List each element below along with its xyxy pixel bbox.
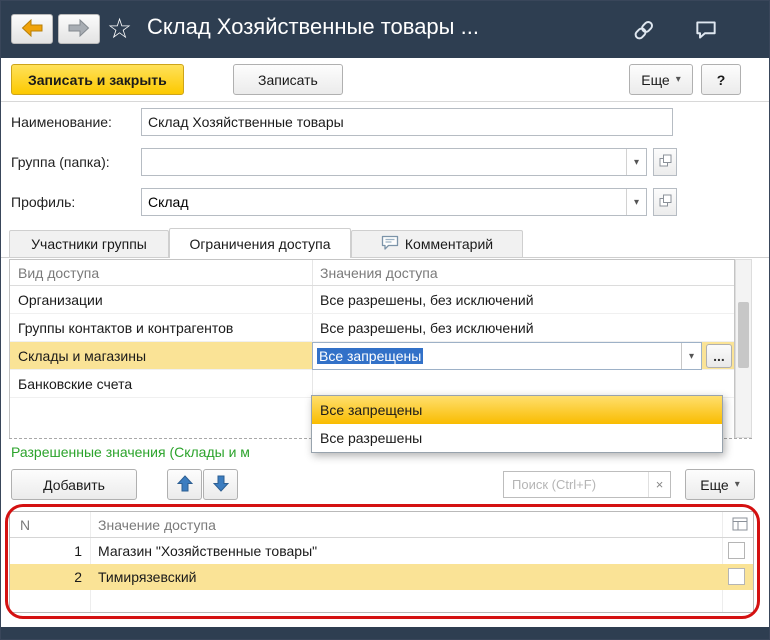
group-dropdown-button[interactable]: ▾ [626, 149, 646, 175]
tab-access-restrictions[interactable]: Ограничения доступа [169, 228, 351, 258]
down-arrow-icon [212, 475, 229, 495]
save-button[interactable]: Записать [233, 64, 343, 95]
app-window: ☆ Склад Хозяйственные товары ... Записат… [0, 0, 770, 640]
up-arrow-icon [176, 474, 193, 495]
profile-input[interactable] [142, 189, 626, 215]
table-row[interactable]: Группы контактов и контрагентов Все разр… [10, 314, 734, 342]
dropdown-option-selected[interactable]: Все запрещены [312, 396, 722, 424]
group-input[interactable] [142, 149, 626, 175]
allowed-values-table: N Значение доступа 1 Магазин "Хозяйствен… [9, 511, 754, 613]
tab-label: Участники группы [31, 236, 147, 252]
access-kind-cell: Организации [18, 292, 103, 308]
table-row[interactable]: Организации Все разрешены, без исключени… [10, 286, 734, 314]
back-button[interactable] [11, 14, 53, 44]
values-table-header[interactable]: N Значение доступа [10, 512, 753, 538]
allowed-values-title: Разрешенные значения (Склады и м [11, 444, 250, 460]
table-row-selected[interactable]: Склады и магазины Все запрещены ▾ ... [10, 342, 734, 370]
discussion-icon[interactable] [693, 17, 719, 43]
add-button[interactable]: Добавить [11, 469, 137, 500]
vertical-scrollbar[interactable] [735, 259, 752, 438]
group-combo[interactable]: ▾ [141, 148, 647, 176]
more-list-actions-label: Еще [700, 476, 729, 493]
row-number-cell: 1 [74, 543, 82, 559]
column-header-value[interactable]: Значение доступа [98, 517, 216, 533]
access-kind-cell: Банковские счета [18, 376, 133, 392]
table-row-selected[interactable]: 2 Тимирязевский [10, 564, 753, 590]
profile-dropdown-button[interactable]: ▾ [626, 189, 646, 215]
back-arrow-icon [21, 18, 43, 40]
save-and-close-button[interactable]: Записать и закрыть [11, 64, 184, 95]
move-up-button[interactable] [167, 469, 202, 500]
access-kind-cell: Группы контактов и контрагентов [18, 320, 234, 336]
column-settings-icon[interactable] [732, 517, 748, 533]
tab-label: Ограничения доступа [189, 235, 331, 252]
link-icon[interactable] [631, 17, 657, 43]
comment-bubble-icon [381, 235, 399, 254]
help-button[interactable]: ? [701, 64, 741, 95]
search-input[interactable] [504, 477, 648, 492]
chevron-down-icon: ▾ [633, 156, 640, 168]
row-number-cell: 2 [74, 569, 82, 585]
open-form-icon [658, 153, 673, 171]
access-value-editor[interactable]: Все запрещены ▾ [312, 342, 702, 370]
column-header-n[interactable]: N [20, 517, 30, 533]
value-cell: Тимирязевский [98, 569, 197, 585]
editor-text[interactable]: Все запрещены [313, 343, 681, 369]
tab-label: Комментарий [404, 236, 494, 252]
more-actions-label: Еще [641, 71, 670, 88]
access-value-cell: Все разрешены, без исключений [320, 320, 534, 336]
more-list-actions-button[interactable]: Еще ▾ [685, 469, 755, 500]
group-label: Группа (папка): [11, 154, 110, 170]
row-checkbox[interactable] [728, 542, 745, 559]
move-down-button[interactable] [203, 469, 238, 500]
scrollbar-thumb[interactable] [738, 302, 749, 368]
profile-combo[interactable]: ▾ [141, 188, 647, 216]
row-checkbox[interactable] [728, 568, 745, 585]
editor-dropdown-button[interactable]: ▾ [681, 343, 701, 369]
name-input[interactable] [141, 108, 673, 136]
chevron-down-icon: ▾ [675, 74, 681, 85]
name-label: Наименование: [11, 114, 112, 130]
access-value-cell: Все разрешены, без исключений [320, 292, 534, 308]
group-open-button[interactable] [653, 148, 677, 176]
profile-label: Профиль: [11, 194, 76, 210]
favorite-star-icon[interactable]: ☆ [107, 13, 132, 45]
profile-open-button[interactable] [653, 188, 677, 216]
forward-arrow-icon [68, 18, 90, 40]
dropdown-option[interactable]: Все разрешены [312, 424, 722, 452]
access-table-header[interactable]: Вид доступа Значения доступа [10, 260, 734, 286]
table-row[interactable]: Банковские счета [10, 370, 734, 398]
chevron-down-icon: ▾ [688, 350, 695, 362]
chevron-down-icon: ▾ [633, 196, 640, 208]
title-bar: ☆ Склад Хозяйственные товары ... [1, 1, 769, 58]
tab-group-members[interactable]: Участники группы [9, 230, 169, 257]
tab-comment[interactable]: Комментарий [351, 230, 523, 257]
value-dropdown-list: Все запрещены Все разрешены [311, 395, 723, 453]
open-form-icon [658, 193, 673, 211]
value-cell: Магазин "Хозяйственные товары" [98, 543, 318, 559]
chevron-down-icon: ▾ [734, 479, 740, 490]
selected-text: Все запрещены [317, 348, 424, 364]
column-header-values[interactable]: Значения доступа [320, 265, 438, 281]
window-title: Склад Хозяйственные товары ... [147, 14, 479, 39]
more-actions-button[interactable]: Еще ▾ [629, 64, 693, 95]
forward-button[interactable] [58, 14, 100, 44]
window-bottom-edge [1, 627, 769, 639]
command-bar: Записать и закрыть Записать Еще ▾ ? [1, 58, 769, 102]
clear-search-icon[interactable]: × [648, 472, 670, 497]
editor-choose-button[interactable]: ... [706, 344, 732, 368]
table-row[interactable]: 1 Магазин "Хозяйственные товары" [10, 538, 753, 564]
access-kind-cell: Склады и магазины [18, 348, 147, 364]
search-box[interactable]: × [503, 471, 671, 498]
column-header-kind[interactable]: Вид доступа [18, 265, 99, 281]
tabs-divider [1, 257, 769, 258]
